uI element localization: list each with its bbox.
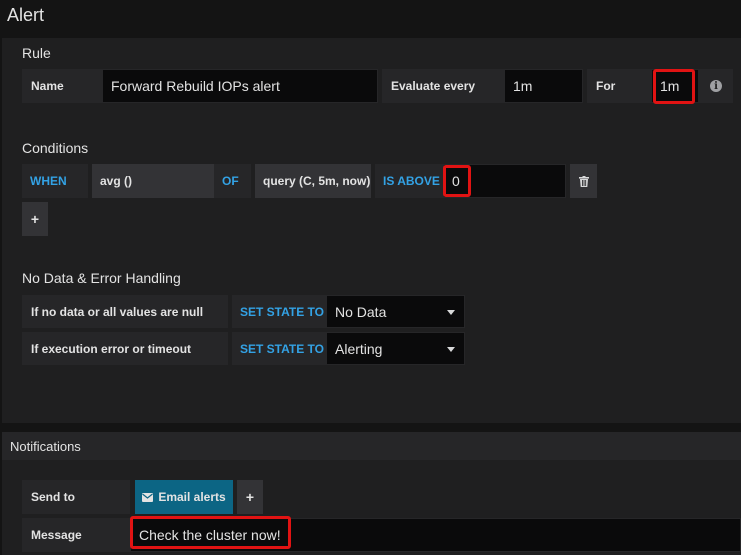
message-highlight xyxy=(130,516,291,549)
caret-down-icon xyxy=(447,309,455,315)
name-label: Name xyxy=(22,69,102,103)
exec-error-state-value: Alerting xyxy=(335,340,383,357)
email-alerts-button[interactable]: Email alerts xyxy=(135,480,233,514)
trash-icon xyxy=(578,175,589,187)
for-info-button[interactable]: i xyxy=(699,69,733,103)
for-label: For xyxy=(587,69,651,103)
caret-down-icon xyxy=(447,346,455,352)
evaluate-every-input[interactable]: 1m xyxy=(504,69,583,103)
for-input-highlight xyxy=(653,69,695,104)
envelope-icon xyxy=(142,492,154,502)
query-selector[interactable]: query (C, 5m, now) xyxy=(255,164,371,198)
add-condition-button[interactable]: + xyxy=(22,202,48,236)
delete-condition-button[interactable] xyxy=(570,164,597,198)
rule-section-title: Rule xyxy=(22,45,51,61)
plus-icon: + xyxy=(245,489,255,505)
reducer-selector[interactable]: avg () xyxy=(92,164,214,198)
info-icon: i xyxy=(710,80,722,92)
exec-error-set-state-keyword: SET STATE TO xyxy=(232,332,326,365)
plus-icon: + xyxy=(30,211,40,227)
send-to-label: Send to xyxy=(22,480,130,514)
no-data-state-select[interactable]: No Data xyxy=(326,295,465,328)
threshold-highlight xyxy=(443,165,471,197)
notifications-section-title: Notifications xyxy=(10,439,81,454)
add-notification-button[interactable]: + xyxy=(237,480,263,514)
of-keyword: OF xyxy=(214,164,251,198)
when-keyword: WHEN xyxy=(22,164,88,198)
evaluate-every-label: Evaluate every xyxy=(382,69,504,103)
rule-name-input[interactable]: Forward Rebuild IOPs alert xyxy=(102,69,378,103)
exec-error-state-select[interactable]: Alerting xyxy=(326,332,465,365)
exec-error-label: If execution error or timeout xyxy=(22,332,228,365)
no-data-set-state-keyword: SET STATE TO xyxy=(232,295,326,328)
no-data-state-value: No Data xyxy=(335,303,387,320)
no-data-label: If no data or all values are null xyxy=(22,295,228,328)
message-label: Message xyxy=(22,518,130,552)
notifications-header xyxy=(2,432,741,460)
conditions-section-title: Conditions xyxy=(22,140,89,156)
email-alerts-label: Email alerts xyxy=(158,490,226,504)
page-title: Alert xyxy=(7,5,45,25)
no-data-section-title: No Data & Error Handling xyxy=(22,270,181,286)
evaluator-selector[interactable]: IS ABOVE xyxy=(375,164,443,198)
